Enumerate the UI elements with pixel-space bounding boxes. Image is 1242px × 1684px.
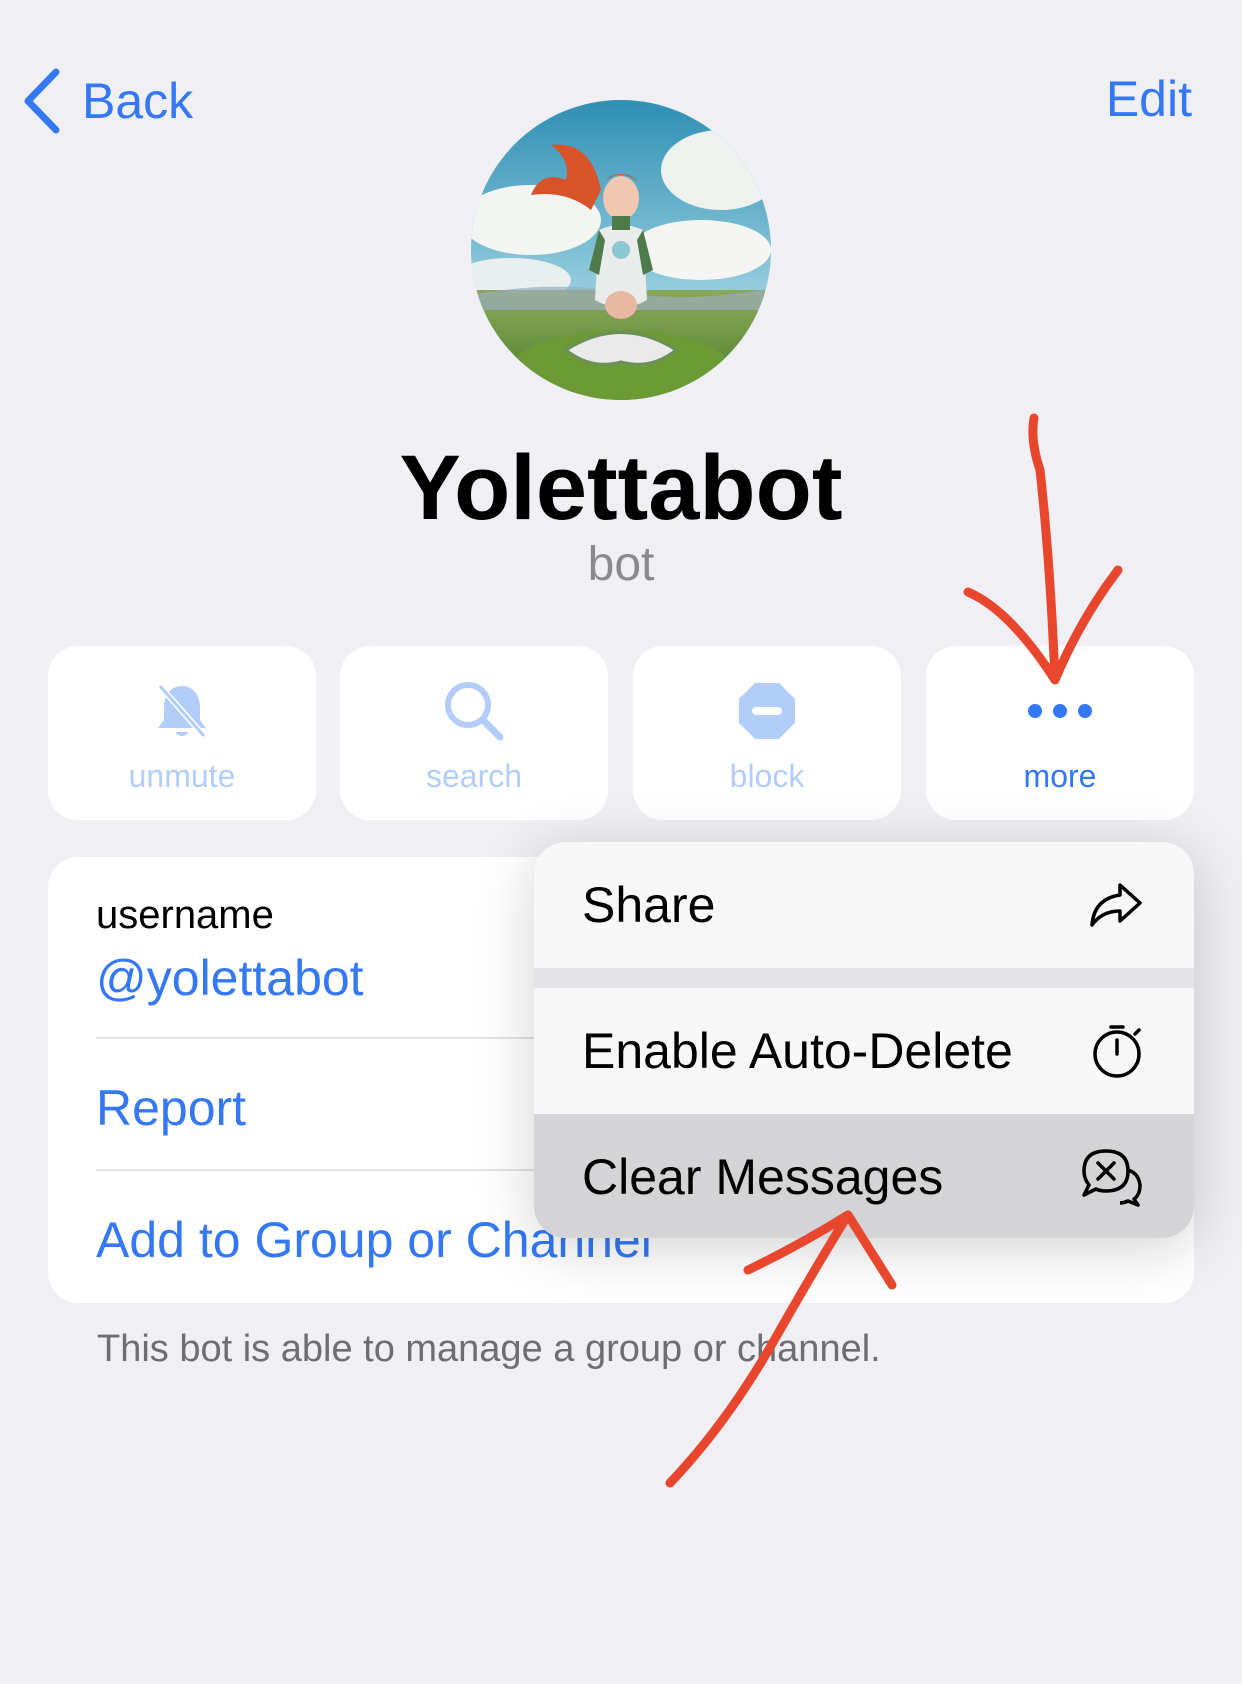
footnote: This bot is able to manage a group or ch… [97,1328,881,1370]
username-value[interactable]: @yolettabot [96,949,364,1007]
more-dots-icon [1028,704,1092,718]
menu-item-clear-messages[interactable]: Clear Messages [534,1116,1194,1238]
profile-subtitle: bot [587,538,655,591]
menu-item-label: Clear Messages [582,1149,944,1205]
share-arrow-icon [1090,883,1142,927]
chevron-left-icon [24,68,60,134]
bell-slash-icon [157,684,207,738]
clear-chat-icon [1082,1149,1142,1207]
unmute-button[interactable]: unmute [48,646,316,820]
menu-item-label: Share [582,877,716,933]
profile-name: Yolettabot [399,437,843,539]
search-button[interactable]: search [340,646,608,820]
menu-separator [534,968,1194,988]
username-label: username [96,893,274,937]
menu-item-label: Enable Auto-Delete [582,1023,1013,1079]
context-menu: Share Enable Auto-Delete Clear Messages [534,842,1194,1238]
search-label: search [425,758,523,794]
report-button[interactable]: Report [96,1079,246,1137]
block-button[interactable]: block [633,646,901,820]
avatar-image [471,100,771,400]
back-label: Back [82,73,194,129]
menu-item-share[interactable]: Share [534,842,1194,968]
more-button[interactable]: more [926,646,1194,820]
edit-button[interactable]: Edit [1106,70,1192,128]
action-bar: unmute search block more [48,646,1194,820]
unmute-label: unmute [128,758,236,794]
search-icon [445,682,504,741]
block-label: block [729,758,805,794]
menu-item-auto-delete[interactable]: Enable Auto-Delete [534,988,1194,1114]
block-icon [739,683,795,739]
timer-icon [1093,1025,1141,1078]
back-button[interactable]: Back [22,66,193,136]
avatar[interactable] [471,100,771,400]
more-label: more [1023,758,1097,794]
